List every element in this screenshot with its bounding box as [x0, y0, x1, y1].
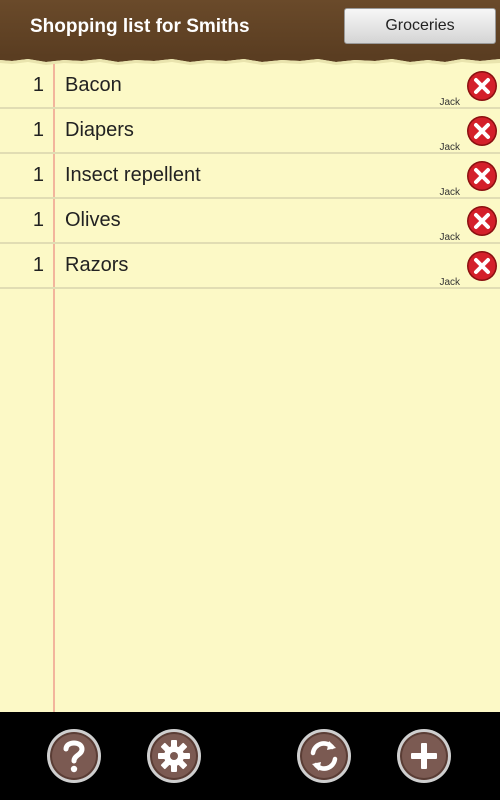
item-name: Insect repellent [65, 164, 201, 186]
add-icon[interactable] [396, 728, 452, 784]
item-name: Bacon [65, 74, 122, 96]
item-name: Diapers [65, 119, 134, 141]
help-icon[interactable] [46, 728, 102, 784]
item-owner: Jack [439, 232, 460, 243]
settings-gear-icon[interactable] [146, 728, 202, 784]
delete-item-icon[interactable] [466, 115, 498, 147]
item-name: Razors [65, 254, 129, 276]
list-item[interactable]: 1 Razors Jack [0, 244, 500, 289]
delete-item-icon[interactable] [466, 70, 498, 102]
bottom-toolbar [0, 712, 500, 800]
item-owner: Jack [439, 142, 460, 153]
list-selector-button[interactable]: Groceries [344, 8, 496, 44]
item-quantity: 1 [32, 119, 44, 141]
shopping-list: 1 Bacon Jack 1 Diapers Jack 1 Insect rep… [0, 64, 500, 289]
item-owner: Jack [439, 97, 460, 108]
sync-icon[interactable] [296, 728, 352, 784]
item-quantity: 1 [32, 254, 44, 276]
delete-item-icon[interactable] [466, 250, 498, 282]
item-quantity: 1 [32, 74, 44, 96]
item-owner: Jack [439, 277, 460, 288]
list-item[interactable]: 1 Olives Jack [0, 199, 500, 244]
list-item[interactable]: 1 Diapers Jack [0, 109, 500, 154]
item-quantity: 1 [32, 164, 44, 186]
list-item[interactable]: 1 Bacon Jack [0, 64, 500, 109]
delete-item-icon[interactable] [466, 205, 498, 237]
item-quantity: 1 [32, 209, 44, 231]
item-owner: Jack [439, 187, 460, 198]
delete-item-icon[interactable] [466, 160, 498, 192]
app-header: Shopping list for Smiths Groceries [0, 0, 500, 56]
item-name: Olives [65, 209, 121, 231]
page-title: Shopping list for Smiths [30, 16, 250, 37]
list-item[interactable]: 1 Insect repellent Jack [0, 154, 500, 199]
